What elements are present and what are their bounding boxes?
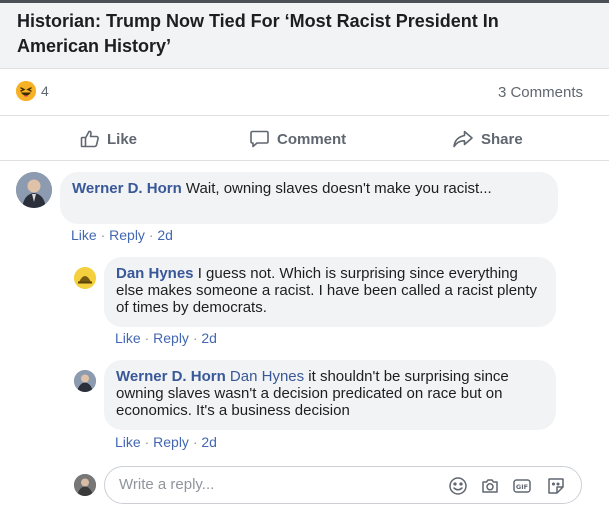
comment-like-link[interactable]: Like [71, 227, 97, 243]
reply-bubble: Werner D. Horn Dan Hynes it shouldn't be… [104, 360, 556, 430]
comment-actions: Like · Reply · 2d [115, 330, 217, 346]
smiley-icon[interactable] [447, 475, 469, 497]
comment-mention[interactable]: Dan Hynes [230, 368, 304, 385]
camera-icon[interactable] [479, 475, 501, 497]
reply-input[interactable] [119, 476, 419, 493]
comment-actions: Like · Reply · 2d [115, 434, 217, 450]
reply-bubble: Dan Hynes I guess not. Which is surprisi… [104, 257, 556, 327]
svg-text:GIF: GIF [516, 483, 528, 491]
share-button-label: Share [481, 130, 523, 148]
gif-icon[interactable]: GIF [511, 475, 533, 497]
share-button[interactable]: Share [452, 117, 523, 161]
avatar[interactable] [74, 267, 96, 289]
comment-timestamp[interactable]: 2d [201, 434, 217, 450]
comment-reply-link[interactable]: Reply [109, 227, 145, 243]
haha-emoji-icon[interactable] [16, 81, 36, 101]
reaction-count[interactable]: 4 [41, 83, 49, 99]
comment-like-link[interactable]: Like [115, 434, 141, 450]
comment-reply-link[interactable]: Reply [153, 330, 189, 346]
separator-dot: · [192, 330, 198, 346]
post-link-preview[interactable]: Historian: Trump Now Tied For ‘Most Raci… [0, 3, 609, 69]
like-button[interactable]: Like [80, 117, 137, 161]
comment-reply-link[interactable]: Reply [153, 434, 189, 450]
reply-composer: GIF [104, 466, 582, 504]
like-button-label: Like [107, 130, 138, 148]
separator-dot: · [192, 434, 198, 450]
separator-dot: · [144, 330, 150, 346]
comment-button[interactable]: Comment [249, 117, 346, 161]
comment-author[interactable]: Dan Hynes [116, 265, 194, 282]
comment-actions: Like · Reply · 2d [71, 227, 173, 243]
sticker-icon[interactable] [545, 475, 567, 497]
comment-timestamp[interactable]: 2d [201, 330, 217, 346]
comment-button-label: Comment [277, 130, 347, 148]
speech-bubble-icon [250, 130, 269, 148]
reaction-summary-row: 4 3 Comments [0, 70, 609, 116]
comment-count-link[interactable]: 3 Comments [498, 84, 583, 101]
comment-text: Wait, owning slaves doesn't make you rac… [185, 180, 492, 197]
share-arrow-icon [453, 130, 473, 148]
comment-author[interactable]: Werner D. Horn [72, 180, 182, 197]
comment-bubble: Werner D. Horn Wait, owning slaves doesn… [60, 172, 558, 224]
thumbs-up-icon [80, 130, 99, 148]
avatar[interactable] [74, 370, 96, 392]
comment-timestamp[interactable]: 2d [157, 227, 173, 243]
post-title[interactable]: Historian: Trump Now Tied For ‘Most Raci… [17, 9, 577, 59]
avatar[interactable] [16, 172, 52, 208]
separator-dot: · [100, 227, 106, 243]
post-action-bar: Like Comment Share [0, 117, 609, 161]
separator-dot: · [144, 434, 150, 450]
comment-author[interactable]: Werner D. Horn [116, 368, 226, 385]
separator-dot: · [148, 227, 154, 243]
comment-like-link[interactable]: Like [115, 330, 141, 346]
avatar[interactable] [74, 474, 96, 496]
